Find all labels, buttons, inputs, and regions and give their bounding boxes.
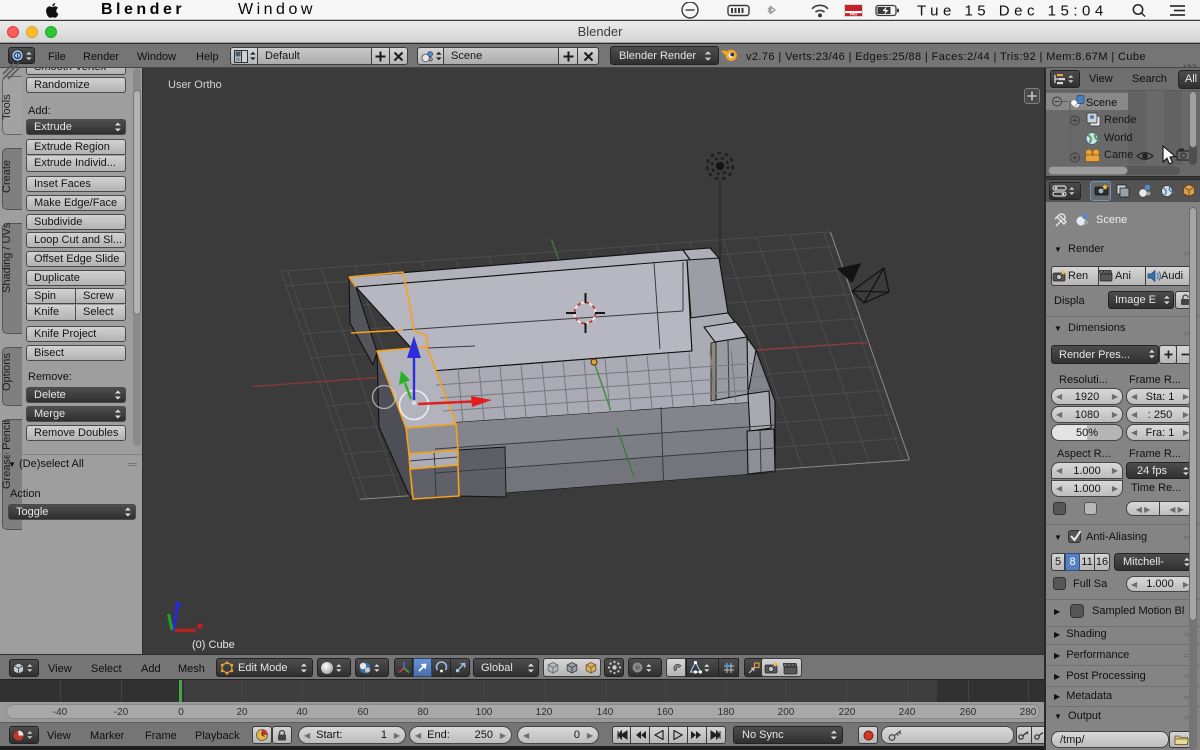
svg-text:User Ortho: User Ortho — [168, 79, 222, 91]
svg-text:220: 220 — [839, 707, 856, 718]
svg-text:160: 160 — [657, 707, 674, 718]
svg-text:240: 240 — [899, 707, 916, 718]
svg-text:180: 180 — [718, 707, 735, 718]
svg-text:200: 200 — [778, 707, 795, 718]
svg-text:20: 20 — [236, 707, 248, 718]
svg-text:(0) Cube: (0) Cube — [192, 639, 235, 651]
svg-text:40: 40 — [296, 707, 308, 718]
svg-text:-20: -20 — [114, 707, 129, 718]
svg-text:140: 140 — [597, 707, 614, 718]
svg-text:120: 120 — [536, 707, 553, 718]
svg-text:100: 100 — [476, 707, 493, 718]
svg-text:-40: -40 — [53, 707, 68, 718]
svg-text:Tue 15 Dec 15:04: Tue 15 Dec 15:04 — [917, 3, 1108, 20]
svg-text:260: 260 — [960, 707, 977, 718]
svg-text:60: 60 — [357, 707, 369, 718]
svg-text:80: 80 — [417, 707, 429, 718]
svg-text:280: 280 — [1020, 707, 1037, 718]
svg-text:0: 0 — [178, 707, 184, 718]
svg-text:PRO: PRO — [850, 13, 858, 17]
